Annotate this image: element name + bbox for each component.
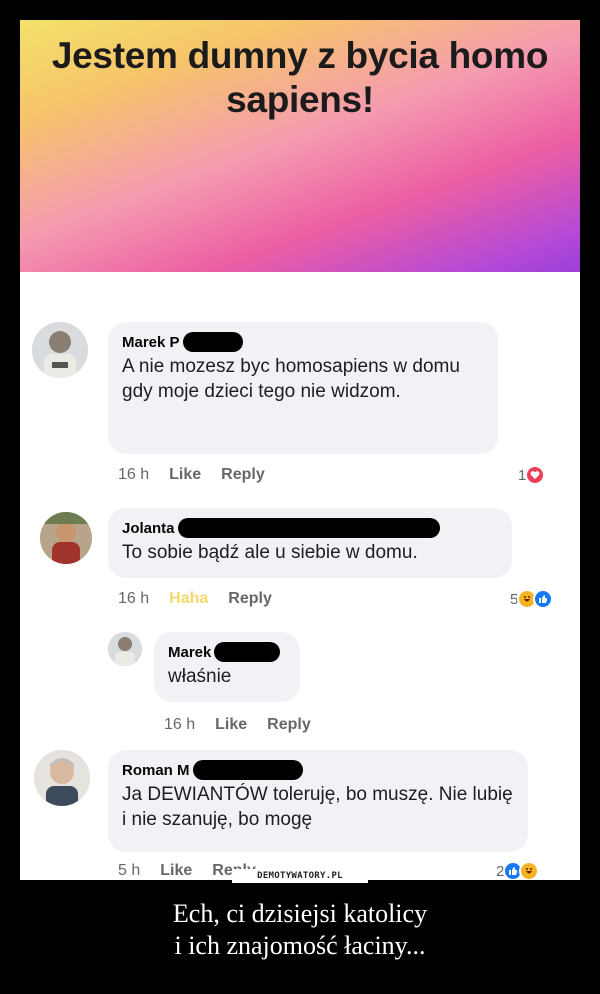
comment-text: Ja DEWIANTÓW toleruję, bo muszę. Nie lub… <box>122 784 513 830</box>
comment-meta: 16 h Like Reply <box>118 466 285 484</box>
author-name[interactable]: Jolanta <box>122 520 175 537</box>
censor-bar <box>192 760 303 780</box>
caption: Ech, ci dzisiejsi katolicy i ich znajomo… <box>0 898 600 962</box>
comment-text: właśnie <box>168 666 232 687</box>
comments-section: Marek P A nie mozesz byc homosapiens w d… <box>20 272 580 880</box>
comment-author[interactable]: Marek <box>168 642 286 662</box>
comment-author[interactable]: Jolanta <box>122 518 498 538</box>
comment-meta: 16 h Haha Reply <box>118 590 292 608</box>
avatar[interactable] <box>34 750 90 806</box>
avatar[interactable] <box>32 322 88 378</box>
censor-bar <box>182 332 243 352</box>
reaction-summary[interactable]: 5 <box>510 589 554 609</box>
avatar[interactable] <box>108 632 142 666</box>
like-button[interactable]: Like <box>169 466 201 484</box>
comment-meta: 16 h Like Reply <box>164 716 331 734</box>
avatar-image <box>108 632 142 666</box>
comment-text: To sobie bądź ale u siebie w domu. <box>122 542 418 563</box>
watermark: DEMOTYWATORY.PL <box>232 869 368 883</box>
avatar-image <box>34 750 90 806</box>
author-name[interactable]: Roman M <box>122 762 190 779</box>
comment-author[interactable]: Roman M <box>122 760 514 780</box>
like-button[interactable]: Like <box>160 862 192 880</box>
censor-bar <box>177 518 440 538</box>
reply-button[interactable]: Reply <box>221 466 265 484</box>
comment-time[interactable]: 5 h <box>118 862 140 880</box>
avatar[interactable] <box>40 512 92 564</box>
author-name[interactable]: Marek <box>168 644 211 661</box>
banner-title: Jestem dumny z bycia homo sapiens! <box>51 35 549 120</box>
comment-time[interactable]: 16 h <box>164 716 195 734</box>
like-button[interactable]: Like <box>215 716 247 734</box>
reaction-summary[interactable]: 2 <box>496 861 540 880</box>
haha-button[interactable]: Haha <box>169 590 208 608</box>
reply-button[interactable]: Reply <box>228 590 272 608</box>
censor-bar <box>214 642 281 662</box>
comment-text: A nie mozesz byc homosapiens w domu gdy … <box>122 356 460 402</box>
comment-time[interactable]: 16 h <box>118 466 149 484</box>
comment-bubble: Jolanta To sobie bądź ale u siebie w dom… <box>108 508 512 578</box>
comment-time[interactable]: 16 h <box>118 590 149 608</box>
comment-bubble: Marek P A nie mozesz byc homosapiens w d… <box>108 322 498 454</box>
comment-author[interactable]: Marek P <box>122 332 484 352</box>
like-icon <box>533 589 554 609</box>
heart-icon <box>525 465 546 485</box>
demotivator-frame: Jestem dumny z bycia homo sapiens! Marek… <box>20 20 580 880</box>
avatar-image <box>32 322 88 378</box>
reaction-summary[interactable]: 1 <box>518 465 546 485</box>
comment-bubble: Marek właśnie <box>154 632 300 702</box>
author-name[interactable]: Marek P <box>122 334 180 351</box>
reply-button[interactable]: Reply <box>267 716 311 734</box>
post-banner: Jestem dumny z bycia homo sapiens! <box>20 20 580 272</box>
comment-bubble: Roman M Ja DEWIANTÓW toleruję, bo muszę.… <box>108 750 528 852</box>
caption-line-2: i ich znajomość łaciny... <box>174 931 426 960</box>
avatar-image <box>40 512 92 564</box>
haha-icon <box>519 861 540 880</box>
caption-line-1: Ech, ci dzisiejsi katolicy <box>172 899 428 928</box>
